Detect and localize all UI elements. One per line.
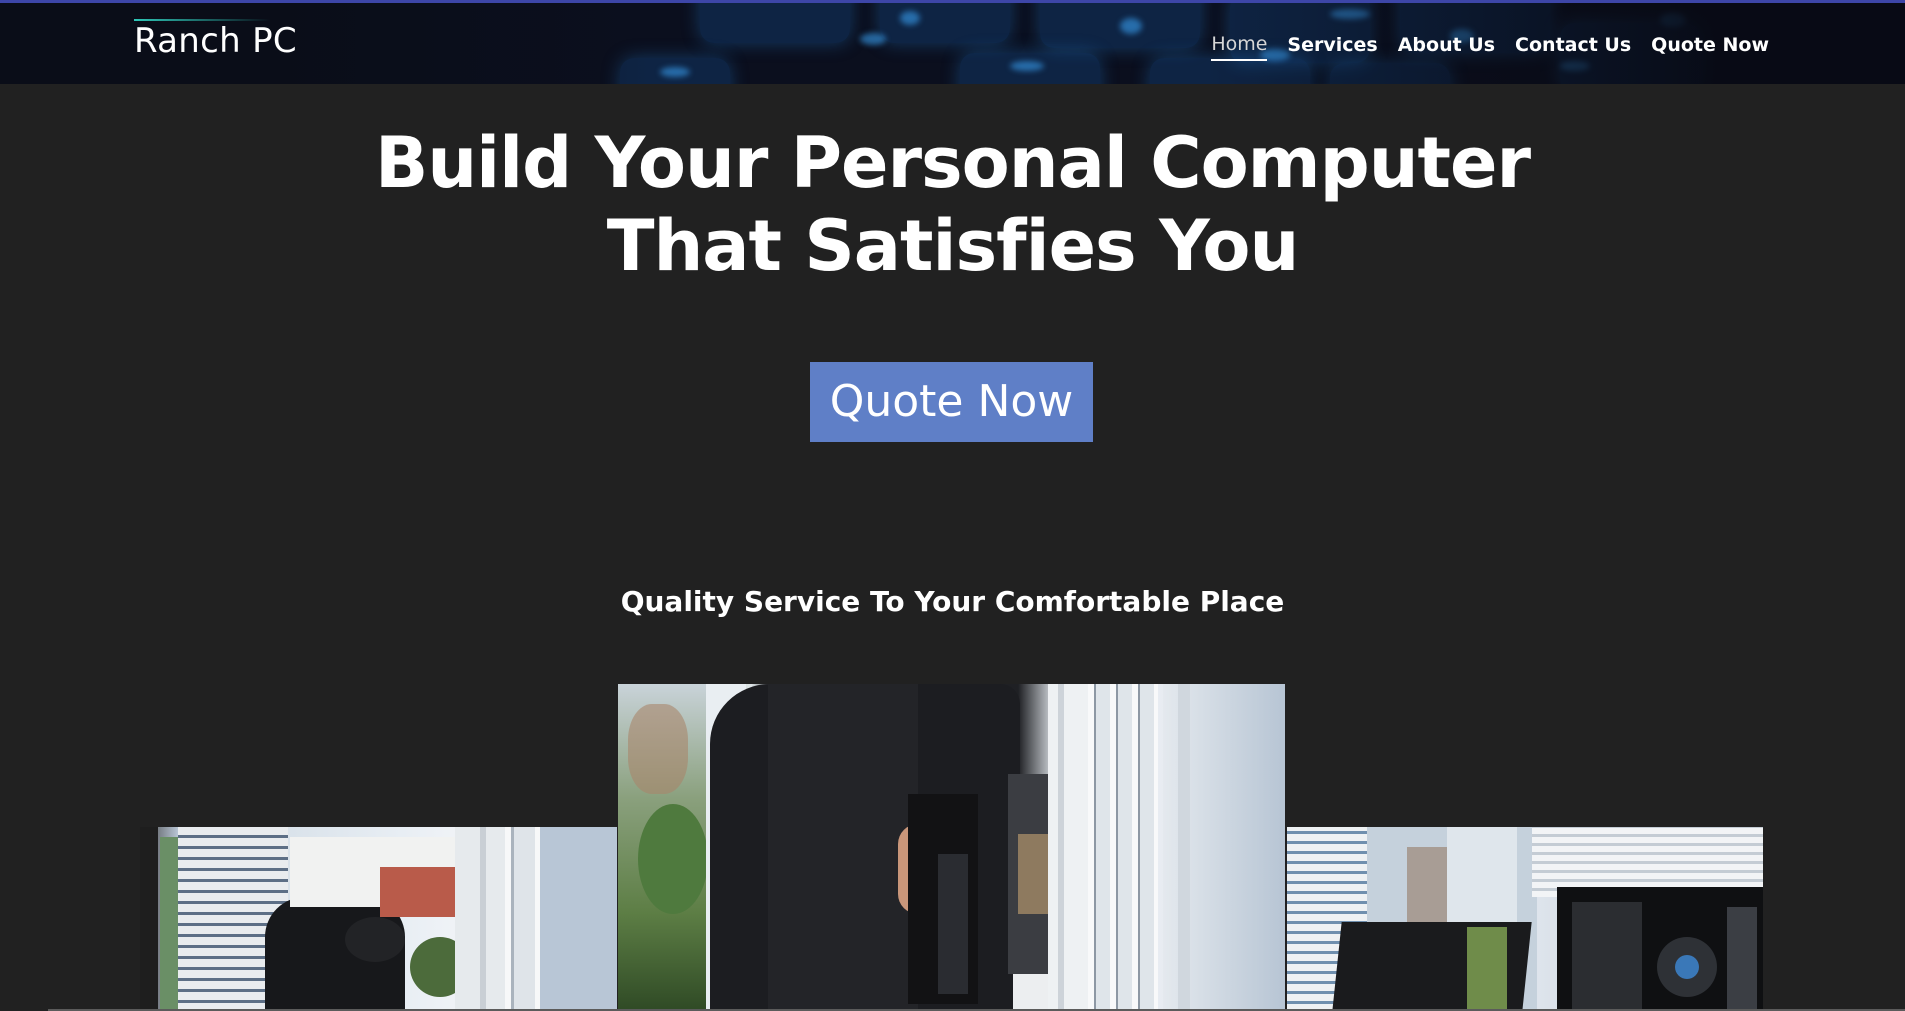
section-heading: Quality Service To Your Comfortable Plac…: [620, 585, 1285, 618]
site-header: Ranch PC Home Services About Us Contact …: [0, 0, 1905, 84]
gallery-image-left: [140, 827, 617, 1011]
hero-title-line-2: That Satisfies You: [606, 205, 1300, 287]
page: Ranch PC Home Services About Us Contact …: [0, 0, 1905, 1011]
gallery-image-center: [618, 684, 1285, 1011]
hero-title-line-1: Build Your Personal Computer: [374, 122, 1531, 204]
main-nav: Home Services About Us Contact Us Quote …: [1211, 33, 1769, 61]
nav-home[interactable]: Home: [1211, 33, 1268, 61]
nav-services[interactable]: Services: [1287, 34, 1377, 60]
quote-now-button[interactable]: Quote Now: [810, 362, 1093, 442]
hero-title: Build Your Personal Computer That Satisf…: [0, 122, 1905, 288]
nav-quote-now[interactable]: Quote Now: [1651, 34, 1769, 60]
nav-about-us[interactable]: About Us: [1398, 34, 1495, 60]
gallery-image-right: [1287, 827, 1763, 1011]
nav-contact-us[interactable]: Contact Us: [1515, 34, 1631, 60]
brand-logo[interactable]: Ranch PC: [134, 21, 297, 61]
